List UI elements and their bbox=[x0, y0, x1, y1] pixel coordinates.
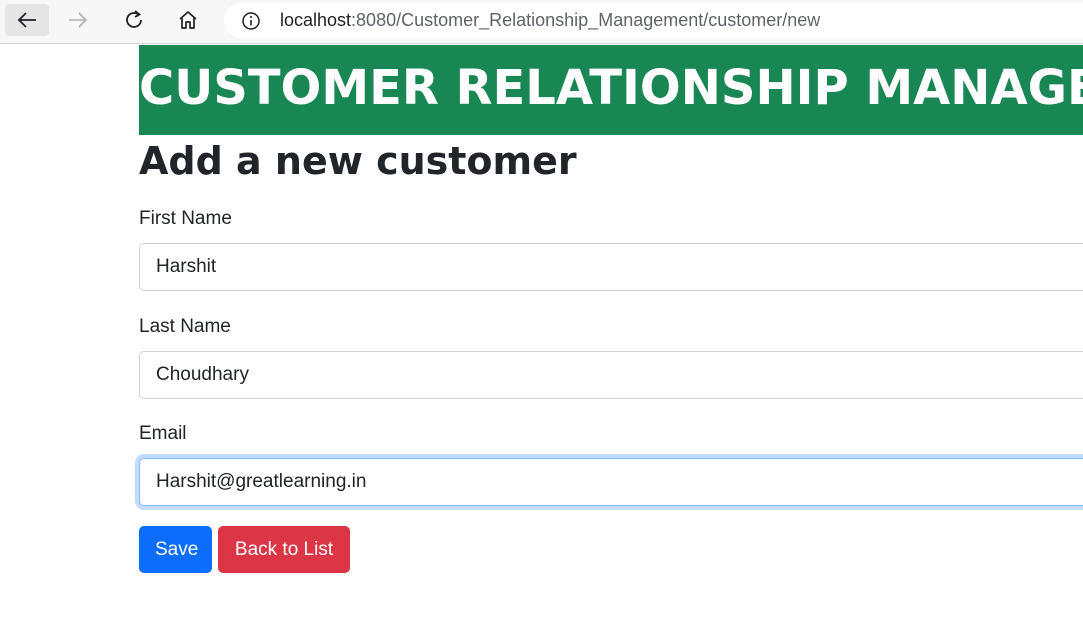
forward-arrow-icon bbox=[69, 12, 88, 28]
last-name-group: Last Name bbox=[139, 315, 1083, 399]
last-name-input[interactable] bbox=[139, 351, 1083, 399]
browser-toolbar: localhost:8080/Customer_Relationship_Man… bbox=[0, 0, 1083, 44]
info-icon[interactable] bbox=[240, 10, 262, 32]
url-host: localhost bbox=[280, 10, 352, 30]
reload-button[interactable] bbox=[116, 4, 152, 36]
page-title: Add a new customer bbox=[139, 139, 577, 183]
email-label: Email bbox=[139, 423, 187, 444]
back-to-list-button[interactable]: Back to List bbox=[218, 526, 350, 573]
home-button[interactable] bbox=[170, 4, 206, 36]
first-name-label: First Name bbox=[139, 208, 232, 229]
page-content: CUSTOMER RELATIONSHIP MANAGEMENT Add a n… bbox=[139, 45, 1083, 573]
address-bar[interactable]: localhost:8080/Customer_Relationship_Man… bbox=[224, 3, 1083, 38]
back-arrow-icon bbox=[17, 12, 36, 28]
back-button[interactable] bbox=[5, 4, 49, 36]
forward-button[interactable] bbox=[60, 4, 96, 36]
save-button[interactable]: Save bbox=[139, 526, 212, 573]
email-input[interactable] bbox=[139, 458, 1083, 506]
url-text: localhost:8080/Customer_Relationship_Man… bbox=[280, 10, 820, 31]
app-header-banner: CUSTOMER RELATIONSHIP MANAGEMENT bbox=[139, 45, 1083, 135]
form-actions: Save Back to List bbox=[139, 526, 350, 573]
first-name-input[interactable] bbox=[139, 243, 1083, 291]
home-icon bbox=[179, 11, 197, 29]
last-name-label: Last Name bbox=[139, 316, 231, 337]
first-name-group: First Name bbox=[139, 207, 1083, 291]
url-path: :8080/Customer_Relationship_Management/c… bbox=[351, 10, 821, 30]
email-group: Email bbox=[139, 422, 1083, 506]
reload-icon bbox=[126, 10, 142, 28]
